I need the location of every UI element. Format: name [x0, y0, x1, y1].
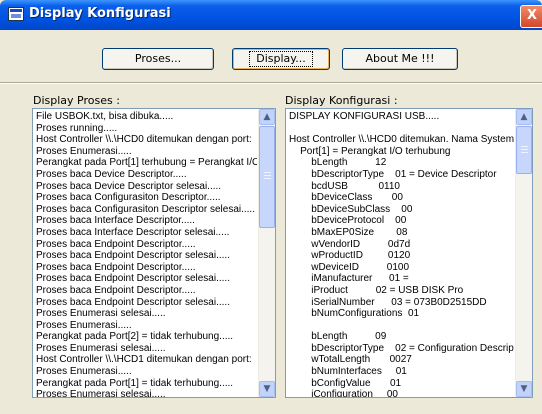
- list-item[interactable]: Proses baca Endpoint Descriptor selesai.…: [36, 297, 257, 309]
- list-item[interactable]: bNumConfigurations 01: [289, 308, 514, 320]
- list-item[interactable]: Proses Enumerasi.....: [36, 146, 257, 158]
- list-item[interactable]: Proses baca Device Descriptor.....: [36, 169, 257, 181]
- list-item[interactable]: wProductID 0120: [289, 250, 514, 262]
- proses-list: File USBOK.txt, bisa dibuka..... Proses r…: [36, 111, 257, 397]
- list-item[interactable]: Port[1] = Perangkat I/O terhubung: [289, 146, 514, 158]
- list-item[interactable]: Proses Enumerasi selesai.....: [36, 389, 257, 397]
- list-item[interactable]: Proses baca Endpoint Descriptor selesai.…: [36, 250, 257, 262]
- proses-listbox[interactable]: File USBOK.txt, bisa dibuka..... Proses r…: [32, 108, 276, 398]
- list-item[interactable]: iConfiguration 00: [289, 389, 514, 397]
- proses-button-label: Proses...: [134, 52, 182, 65]
- list-item[interactable]: bcdUSB 0110: [289, 181, 514, 193]
- list-item[interactable]: Proses baca Endpoint Descriptor.....: [36, 285, 257, 297]
- list-item[interactable]: [289, 320, 514, 332]
- list-item[interactable]: wTotalLength 0027: [289, 354, 514, 366]
- list-item[interactable]: Proses running.....: [36, 123, 257, 135]
- display-button[interactable]: Display...: [232, 48, 330, 70]
- konfigurasi-list: DISPLAY KONFIGURASI USB..... Host Control…: [289, 111, 514, 397]
- konfigurasi-listbox[interactable]: DISPLAY KONFIGURASI USB..... Host Control…: [285, 108, 533, 398]
- about-button-label: About Me !!!: [365, 52, 435, 65]
- list-item[interactable]: DISPLAY KONFIGURASI USB.....: [289, 111, 514, 123]
- list-item[interactable]: bMaxEP0Size 08: [289, 227, 514, 239]
- list-item[interactable]: Proses Enumerasi.....: [36, 320, 257, 332]
- list-item[interactable]: Host Controller \\.\HCD0 ditemukan denga…: [36, 134, 257, 146]
- list-item[interactable]: Host Controller \\.\HCD0 ditemukan. Nama…: [289, 134, 514, 146]
- list-item[interactable]: bDescriptorType 01 = Device Descriptor: [289, 169, 514, 181]
- about-button[interactable]: About Me !!!: [342, 48, 458, 70]
- list-item[interactable]: bLength 09: [289, 331, 514, 343]
- list-item[interactable]: File USBOK.txt, bisa dibuka.....: [36, 111, 257, 123]
- display-konfigurasi-window: Display Konfigurasi X Proses... Display.…: [0, 0, 542, 414]
- list-item[interactable]: Proses baca Endpoint Descriptor selesai.…: [36, 273, 257, 285]
- list-item[interactable]: Proses Enumerasi selesai.....: [36, 343, 257, 355]
- list-item[interactable]: bDeviceClass 00: [289, 192, 514, 204]
- list-item[interactable]: Host Controller \\.\HCD1 ditemukan denga…: [36, 354, 257, 366]
- list-item[interactable]: wDeviceID 0100: [289, 262, 514, 274]
- scroll-up-icon[interactable]: ▲: [516, 109, 532, 125]
- list-item[interactable]: Proses Enumerasi selesai.....: [36, 308, 257, 320]
- list-item[interactable]: iProduct 02 = USB DISK Pro: [289, 285, 514, 297]
- scroll-thumb[interactable]: [516, 126, 532, 174]
- list-item[interactable]: Proses Enumerasi.....: [36, 366, 257, 378]
- window-icon: [8, 7, 24, 21]
- list-item[interactable]: wVendorID 0d7d: [289, 239, 514, 251]
- display-proses-label: Display Proses :: [33, 94, 120, 107]
- list-item[interactable]: Proses baca Interface Descriptor.....: [36, 215, 257, 227]
- list-item[interactable]: Proses baca Endpoint Descriptor.....: [36, 262, 257, 274]
- list-item[interactable]: bLength 12: [289, 157, 514, 169]
- list-item[interactable]: Proses baca Configurasiton Descriptor se…: [36, 204, 257, 216]
- list-item[interactable]: bDescriptorType 02 = Configuration Descr…: [289, 343, 514, 355]
- list-item[interactable]: Proses baca Device Descriptor selesai...…: [36, 181, 257, 193]
- list-item[interactable]: iManufacturer 01 =: [289, 273, 514, 285]
- list-item[interactable]: Perangkat pada Port[2] = tidak terhubung…: [36, 331, 257, 343]
- scroll-up-icon[interactable]: ▲: [259, 109, 275, 125]
- list-item[interactable]: Proses baca Configurasiton Descriptor...…: [36, 192, 257, 204]
- list-item[interactable]: iSerialNumber 03 = 073B0D2515DD: [289, 297, 514, 309]
- scroll-thumb[interactable]: [259, 126, 275, 228]
- scroll-down-icon[interactable]: ▼: [259, 381, 275, 397]
- title-bar[interactable]: Display Konfigurasi X: [0, 0, 542, 30]
- display-konfigurasi-label: Display Konfigurasi :: [285, 94, 398, 107]
- list-item[interactable]: Perangkat pada Port[1] terhubung = Peran…: [36, 157, 257, 169]
- close-button[interactable]: X: [520, 5, 542, 28]
- list-item[interactable]: Proses baca Endpoint Descriptor.....: [36, 239, 257, 251]
- list-item[interactable]: bDeviceProtocol 00: [289, 215, 514, 227]
- list-item[interactable]: bDeviceSubClass 00: [289, 204, 514, 216]
- scroll-down-icon[interactable]: ▼: [516, 381, 532, 397]
- list-item[interactable]: [289, 123, 514, 135]
- list-item[interactable]: Proses baca Interface Descriptor selesai…: [36, 227, 257, 239]
- list-item[interactable]: bNumInterfaces 01: [289, 366, 514, 378]
- proses-button[interactable]: Proses...: [102, 48, 214, 70]
- list-item[interactable]: Perangkat pada Port[1] = tidak terhubung…: [36, 378, 257, 390]
- divider: [0, 82, 542, 84]
- konfigurasi-scrollbar[interactable]: ▲ ▼: [515, 109, 532, 397]
- display-button-label: Display...: [249, 51, 313, 67]
- window-title: Display Konfigurasi: [29, 6, 171, 21]
- proses-scrollbar[interactable]: ▲ ▼: [258, 109, 275, 397]
- list-item[interactable]: bConfigValue 01: [289, 378, 514, 390]
